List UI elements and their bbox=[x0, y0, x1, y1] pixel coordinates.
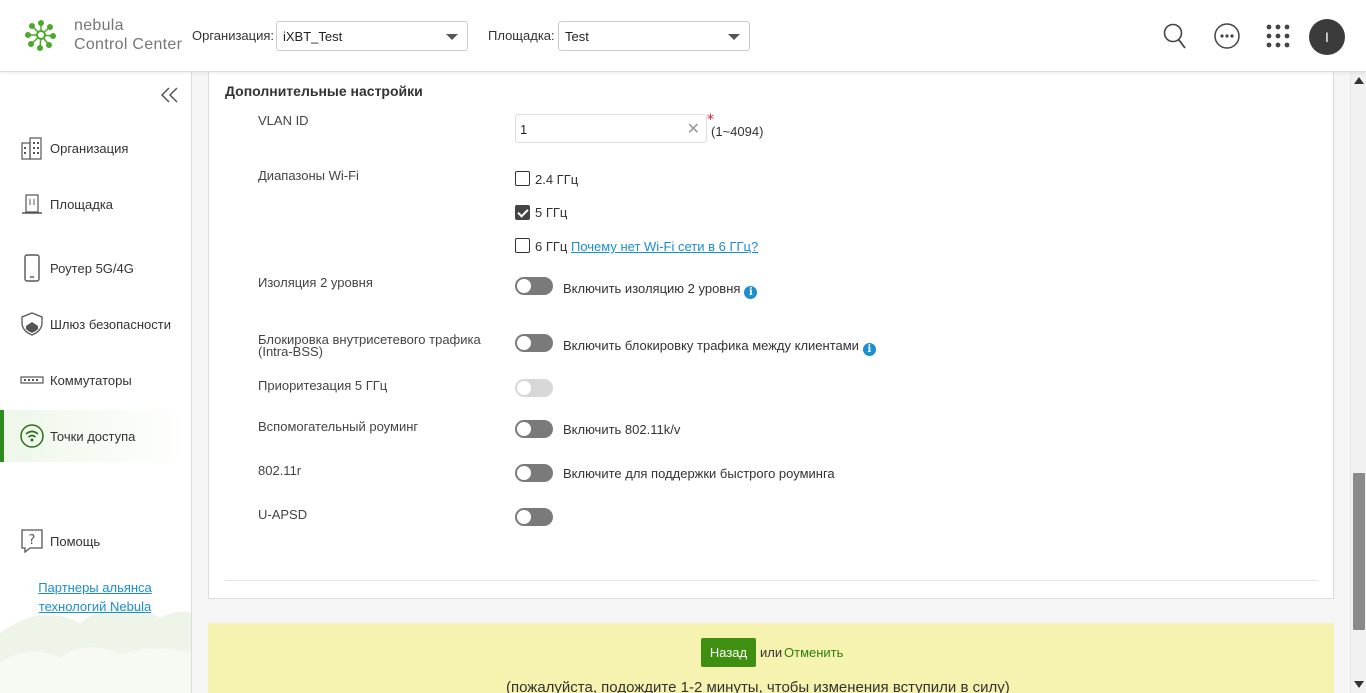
scroll-down-icon[interactable] bbox=[1354, 681, 1364, 688]
assisted-roaming-toggle[interactable] bbox=[515, 420, 553, 438]
sidebar-item-site[interactable]: Площадка bbox=[0, 178, 191, 230]
assisted-roaming-text: Включить 802.11k/v bbox=[563, 422, 681, 437]
shield-icon bbox=[20, 312, 44, 336]
brand-line1: nebula bbox=[74, 17, 124, 34]
org-select-value: iXBT_Test bbox=[283, 29, 343, 44]
band-24-checkbox[interactable] bbox=[515, 171, 530, 186]
cancel-link[interactable]: Отменить bbox=[784, 645, 843, 660]
top-header: nebula Control Center Организация: iXBT_… bbox=[0, 0, 1366, 72]
intra-bss-label: Блокировка внутрисетевого трафика (Intra… bbox=[258, 333, 481, 359]
vlan-range-hint: (1~4094) bbox=[711, 124, 764, 139]
sidebar-item-organization[interactable]: Организация bbox=[0, 122, 191, 174]
sidebar: Организация Площадка Роутер 5G/4G Шлюз б… bbox=[0, 72, 192, 693]
sidebar-item-label: Коммутаторы bbox=[50, 372, 132, 388]
advanced-settings-panel: Дополнительные настройки VLAN ID 1 ✕ * (… bbox=[208, 72, 1334, 599]
wifi-ap-icon bbox=[20, 424, 44, 448]
l2-isolation-text-label: Включить изоляцию 2 уровня bbox=[563, 281, 741, 296]
info-icon[interactable]: i bbox=[862, 343, 876, 356]
nebula-logo-icon[interactable] bbox=[24, 18, 58, 52]
scrollbar-thumb[interactable] bbox=[1353, 473, 1365, 630]
intra-bss-text: Включить блокировку трафика между клиент… bbox=[563, 338, 876, 356]
site-select-value: Test bbox=[565, 29, 589, 44]
band-6-checkbox[interactable] bbox=[515, 238, 530, 253]
sidebar-item-help[interactable]: ? Помощь bbox=[0, 515, 191, 567]
sidebar-item-mobile-router[interactable]: Роутер 5G/4G bbox=[0, 242, 191, 294]
apps-grid-icon[interactable] bbox=[1261, 19, 1295, 53]
fast-roaming-text: Включите для поддержки быстрого роуминга bbox=[563, 466, 835, 481]
uapsd-toggle[interactable] bbox=[515, 508, 553, 526]
user-avatar[interactable]: I bbox=[1309, 19, 1345, 55]
vlan-id-input[interactable]: 1 ✕ bbox=[515, 114, 707, 143]
sidebar-item-security-gateway[interactable]: Шлюз безопасности bbox=[0, 298, 191, 350]
collapse-sidebar-icon[interactable] bbox=[160, 86, 182, 106]
help-icon: ? bbox=[20, 529, 44, 554]
assisted-roaming-label: Вспомогательный роуминг bbox=[258, 419, 419, 434]
brand-line2: Control Center bbox=[74, 36, 183, 53]
sidebar-item-label: Шлюз безопасности bbox=[50, 316, 172, 332]
intra-bss-label-line2: (Intra-BSS) bbox=[258, 344, 324, 359]
site-select[interactable]: Test bbox=[558, 21, 750, 51]
site-icon bbox=[20, 192, 44, 216]
mobile-router-icon bbox=[20, 254, 44, 282]
section-title: Дополнительные настройки bbox=[225, 83, 423, 99]
back-button[interactable]: Назад bbox=[701, 638, 756, 667]
more-icon[interactable] bbox=[1210, 19, 1244, 53]
band-6-help-link[interactable]: Почему нет Wi-Fi сети в 6 ГГц? bbox=[571, 239, 758, 254]
uapsd-label: U-APSD bbox=[258, 507, 308, 522]
clear-icon[interactable]: ✕ bbox=[687, 119, 700, 139]
sidebar-item-label: Роутер 5G/4G bbox=[50, 260, 134, 276]
band-6-label: 6 ГГц bbox=[535, 239, 568, 254]
sidebar-item-label: Точки доступа bbox=[50, 428, 136, 444]
partners-link[interactable]: Партнеры альянса технологий Nebula bbox=[20, 578, 170, 616]
or-text: или bbox=[760, 645, 783, 660]
l2-isolation-text: Включить изоляцию 2 уровня i bbox=[563, 281, 758, 299]
l2-isolation-label: Изоляция 2 уровня bbox=[258, 275, 373, 290]
band-5-checkbox[interactable] bbox=[515, 205, 530, 220]
org-select[interactable]: iXBT_Test bbox=[276, 21, 468, 51]
fast-roaming-toggle[interactable] bbox=[515, 464, 553, 482]
building-icon bbox=[20, 136, 44, 160]
band-priority-label: Приоритезация 5 ГГц bbox=[258, 378, 388, 393]
apply-wait-note: (пожалуйста, подождите 1-2 минуты, чтобы… bbox=[506, 679, 1010, 693]
fast-roaming-label: 802.11r bbox=[258, 463, 302, 478]
brand-name[interactable]: nebula Control Center bbox=[74, 16, 182, 54]
intra-bss-toggle[interactable] bbox=[515, 334, 553, 352]
band-24-label: 2.4 ГГц bbox=[535, 172, 579, 187]
sidebar-item-label: Организация bbox=[50, 140, 129, 156]
switch-icon bbox=[20, 368, 44, 392]
chevron-down-icon bbox=[728, 34, 740, 40]
band-5-label: 5 ГГц bbox=[535, 205, 568, 220]
l2-isolation-toggle[interactable] bbox=[515, 277, 553, 295]
intra-bss-text-label: Включить блокировку трафика между клиент… bbox=[563, 338, 859, 353]
page-scrollbar[interactable] bbox=[1350, 72, 1366, 693]
wifi-bands-label: Диапазоны Wi-Fi bbox=[258, 168, 359, 183]
divider bbox=[225, 580, 1317, 581]
sidebar-item-access-points[interactable]: Точки доступа bbox=[0, 410, 191, 462]
vlan-id-label: VLAN ID bbox=[258, 113, 309, 128]
svg-text:?: ? bbox=[29, 533, 36, 548]
sidebar-item-label: Площадка bbox=[50, 196, 114, 212]
chevron-down-icon bbox=[446, 34, 458, 40]
action-bar: Назад или Отменить (пожалуйста, подождит… bbox=[208, 623, 1334, 693]
band-priority-toggle[interactable] bbox=[515, 379, 553, 397]
org-label: Организация: bbox=[192, 28, 275, 43]
sidebar-item-label: Помощь bbox=[50, 533, 101, 549]
scroll-up-icon[interactable] bbox=[1354, 77, 1364, 84]
vlan-id-value: 1 bbox=[520, 122, 528, 137]
search-icon[interactable] bbox=[1158, 19, 1192, 53]
info-icon[interactable]: i bbox=[744, 286, 758, 299]
site-label: Площадка: bbox=[488, 28, 555, 43]
sidebar-item-switches[interactable]: Коммутаторы bbox=[0, 354, 191, 406]
